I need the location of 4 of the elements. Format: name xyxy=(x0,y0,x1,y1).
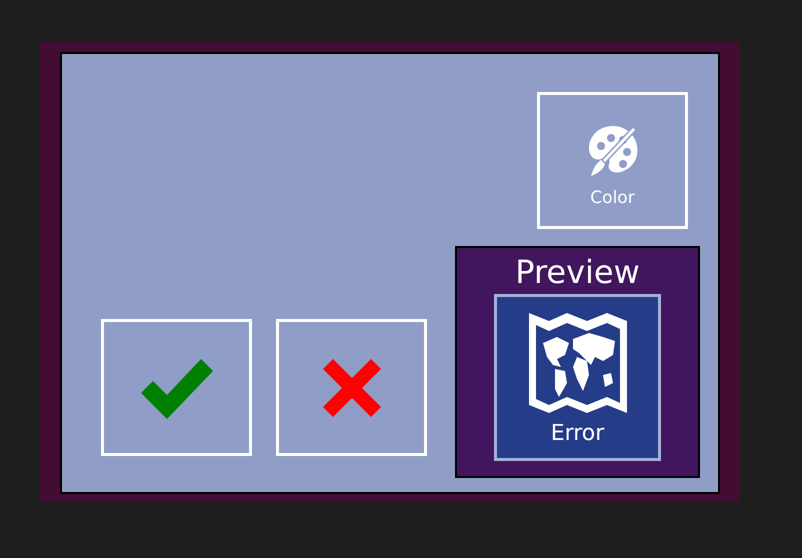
preview-title: Preview xyxy=(515,256,640,288)
preview-tile[interactable]: Error xyxy=(494,294,661,461)
confirm-button[interactable] xyxy=(101,319,252,456)
cancel-button[interactable] xyxy=(276,319,427,456)
